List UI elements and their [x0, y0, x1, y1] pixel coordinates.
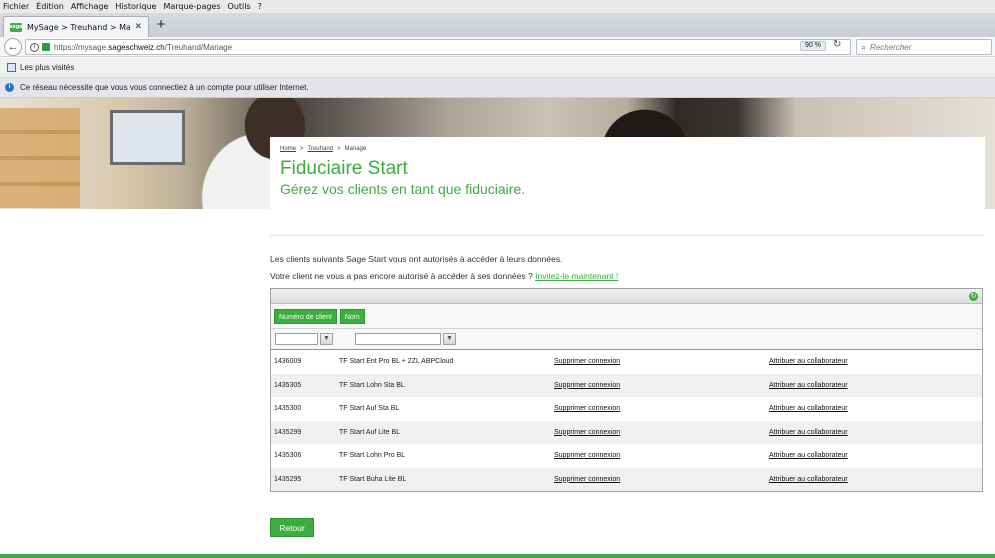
new-tab-icon[interactable]: + [152, 16, 170, 34]
invite-text: Votre client ne vous a pas encore autori… [270, 271, 533, 281]
menu-outils[interactable]: Outils [228, 2, 251, 11]
tab-mysage[interactable]: sage MySage > Treuhand > Mana ✕ [3, 16, 149, 37]
table-row: 1435299 TF Start Auf Lite BL Supprimer c… [271, 420, 982, 444]
menu-bar: Fichier Édition Affichage Historique Mar… [0, 0, 995, 13]
search-icon: ⌕ [861, 41, 867, 52]
table-row: 1435305 TF Start Lohn Sta BL Supprimer c… [271, 373, 982, 397]
clients-grid: ↻ Numéro de client Nom ▼ ▼ 1436009 TF St… [270, 288, 983, 492]
delete-connection-link[interactable]: Supprimer connexion [554, 452, 620, 459]
info-icon: i [5, 83, 14, 92]
delete-connection-link[interactable]: Supprimer connexion [554, 429, 620, 436]
divider [270, 235, 985, 236]
invite-line: Votre client ne vous a pas encore autori… [270, 271, 618, 281]
menu-affichage[interactable]: Affichage [71, 2, 109, 11]
bookmark-folder-icon [7, 63, 16, 72]
client-number: 1435295 [274, 475, 302, 483]
assign-collaborator-link[interactable]: Attribuer au collaborateur [769, 405, 848, 412]
invite-link[interactable]: Invitez-le maintenant ! [535, 271, 618, 281]
grid-toolbar: ↻ [271, 289, 982, 304]
hero-shelf [0, 108, 80, 208]
menu-edition[interactable]: Édition [36, 2, 64, 11]
column-header-name[interactable]: Nom [339, 308, 365, 324]
notification-text: Ce réseau nécessite que vous vous connec… [20, 83, 309, 92]
tab-title: MySage > Treuhand > Mana [27, 22, 131, 32]
navigation-bar: ← i https://mysage.sageschweiz.ch/Treuha… [0, 37, 995, 57]
table-row: 1435295 TF Start Buha Lite BL Supprimer … [271, 467, 982, 491]
footer-accent-bar [0, 554, 995, 558]
delete-connection-link[interactable]: Supprimer connexion [554, 358, 620, 365]
client-number: 1436009 [274, 358, 302, 366]
delete-connection-link[interactable]: Supprimer connexion [554, 382, 620, 389]
zoom-indicator[interactable]: 90 % [800, 41, 826, 51]
menu-fichier[interactable]: Fichier [3, 2, 29, 11]
title-card: Home > Treuhand > Manage Fiduciaire Start Gé… [270, 137, 985, 209]
page-subtitle: Gérez vos clients en tant que fiduciaire… [280, 181, 526, 197]
delete-connection-link[interactable]: Supprimer connexion [554, 405, 620, 412]
url-text: https://mysage.sageschweiz.ch/Treuhand/M… [54, 42, 233, 52]
client-number-filter-input[interactable] [275, 333, 318, 345]
breadcrumb-current: Manage [344, 146, 367, 152]
grid-header-row: Numéro de client Nom [271, 304, 982, 329]
info-icon[interactable]: i [30, 42, 39, 52]
menu-help[interactable]: ? [258, 2, 262, 11]
notification-bar: i Ce réseau nécessite que vous vous conn… [0, 78, 995, 98]
client-name: TF Start Auf Sta BL [339, 405, 400, 413]
assign-collaborator-link[interactable]: Attribuer au collaborateur [769, 358, 848, 365]
client-name: TF Start Ent Pro BL + 2ZL ABPCloud [339, 358, 454, 366]
filter-icon[interactable]: ▼ [320, 333, 333, 345]
client-name: TF Start Buha Lite BL [339, 475, 407, 483]
client-number: 1435305 [274, 381, 302, 389]
menu-historique[interactable]: Historique [115, 2, 156, 11]
back-arrow-icon[interactable]: ← [4, 38, 22, 56]
hero-monitor [110, 110, 185, 165]
table-row: 1435300 TF Start Auf Sta BL Supprimer co… [271, 397, 982, 421]
client-name: TF Start Lohn Sta BL [339, 381, 405, 389]
bookmarks-bar: Les plus visités [0, 58, 995, 78]
page-title: Fiduciaire Start [280, 158, 408, 179]
client-number: 1435299 [274, 428, 302, 436]
column-header-client-number[interactable]: Numéro de client [274, 308, 337, 324]
client-name: TF Start Auf Lite BL [339, 428, 401, 436]
sage-favicon-icon: sage [9, 22, 23, 32]
client-name: TF Start Lohn Pro BL [339, 452, 406, 460]
table-row: 1435306 TF Start Lohn Pro BL Supprimer c… [271, 444, 982, 468]
breadcrumb-treuhand[interactable]: Treuhand [308, 146, 333, 152]
assign-collaborator-link[interactable]: Attribuer au collaborateur [769, 476, 848, 483]
client-number: 1435300 [274, 405, 302, 413]
menu-marque-pages[interactable]: Marque-pages [163, 2, 220, 11]
tab-strip: sage MySage > Treuhand > Mana ✕ + [0, 13, 995, 37]
back-button[interactable]: Retour [270, 518, 314, 537]
breadcrumb: Home > Treuhand > Manage [280, 146, 367, 152]
lock-icon [42, 43, 50, 51]
refresh-icon[interactable]: ↻ [969, 292, 978, 301]
bookmark-most-visited[interactable]: Les plus visités [20, 63, 74, 72]
assign-collaborator-link[interactable]: Attribuer au collaborateur [769, 429, 848, 436]
assign-collaborator-link[interactable]: Attribuer au collaborateur [769, 452, 848, 459]
assign-collaborator-link[interactable]: Attribuer au collaborateur [769, 382, 848, 389]
search-placeholder: Rechercher [870, 42, 912, 52]
breadcrumb-home[interactable]: Home [280, 146, 296, 152]
intro-text: Les clients suivants Sage Start vous ont… [270, 254, 563, 264]
name-filter-input[interactable] [355, 333, 441, 345]
filter-row: ▼ ▼ [271, 329, 982, 350]
close-tab-icon[interactable]: ✕ [134, 22, 142, 32]
delete-connection-link[interactable]: Supprimer connexion [554, 476, 620, 483]
reload-icon[interactable]: ↻ [833, 39, 841, 50]
client-number: 1435306 [274, 452, 302, 460]
filter-icon[interactable]: ▼ [443, 333, 456, 345]
url-bar[interactable]: i https://mysage.sageschweiz.ch/Treuhand… [25, 39, 851, 55]
search-input[interactable]: ⌕ Rechercher [856, 39, 992, 55]
table-row: 1436009 TF Start Ent Pro BL + 2ZL ABPClo… [271, 350, 982, 374]
